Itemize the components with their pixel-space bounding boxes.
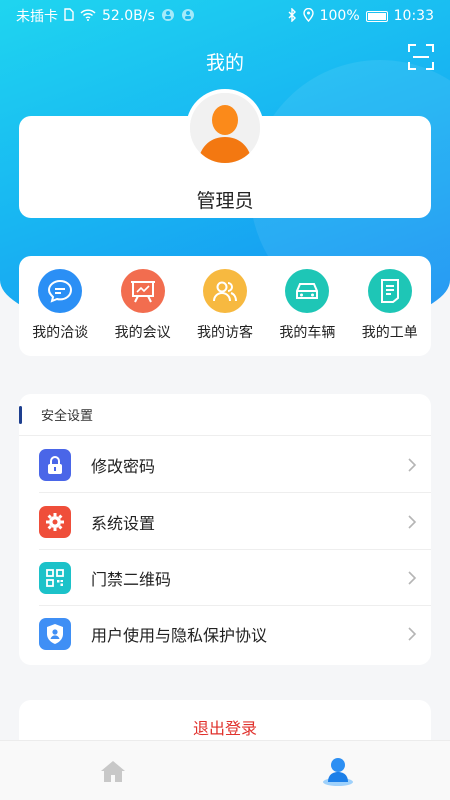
quick-action-label: 我的访客 [196,325,253,341]
notification-icon-2 [181,8,195,25]
setting-label: 用户使用与隐私保护协议 [91,626,268,645]
chevron-right-icon [408,571,417,585]
chevron-right-icon [408,457,417,472]
work-order-icon [367,269,412,313]
carrier-text: 未插卡 [16,9,58,25]
section-header: 安全设置 [19,394,431,436]
network-speed: 52.0B/s [102,8,155,24]
sim-icon [64,8,74,24]
setting-privacy-agreement[interactable]: 用户使用与隐私保护协议 [19,606,431,662]
battery-icon [365,10,388,22]
tab-profile[interactable] [308,746,368,796]
quick-action-visitors[interactable]: 我的访客 [185,269,265,342]
setting-change-password[interactable]: 修改密码 [19,436,431,493]
quick-action-label: 我的洽谈 [32,325,89,341]
profile-icon [322,757,353,786]
wifi-icon [80,8,96,24]
chat-icon [38,269,83,313]
quick-action-label: 我的工单 [361,325,418,341]
user-avatar-icon[interactable] [186,89,264,167]
car-icon [285,269,330,313]
quick-action-work-orders[interactable]: 我的工单 [350,269,430,342]
bluetooth-icon [287,6,297,25]
logout-label: 退出登录 [192,719,257,738]
gear-icon [39,505,71,538]
meeting-board-icon [120,269,165,313]
chevron-right-icon [408,514,417,529]
quick-action-label: 我的会议 [114,325,171,341]
qr-code-icon [39,562,71,594]
setting-system[interactable]: 系统设置 [19,493,431,550]
bottom-tab-bar [0,740,450,800]
setting-label: 门禁二维码 [91,570,172,589]
section-title: 安全设置 [41,409,94,424]
clock: 10:33 [393,8,434,24]
profile-name: 管理员 [196,190,254,212]
quick-action-vehicles[interactable]: 我的车辆 [267,269,347,342]
chevron-right-icon [408,627,417,641]
tab-home[interactable] [83,746,143,796]
section-accent-bar [19,406,22,424]
visitors-icon [202,269,247,313]
settings-card: 安全设置 修改密码 系统设置 门禁二维码 用户使用与隐私保护协议 [19,394,431,665]
setting-label: 修改密码 [91,456,156,476]
scan-icon[interactable] [408,44,434,70]
setting-access-qr[interactable]: 门禁二维码 [19,550,431,606]
quick-action-negotiation[interactable]: 我的洽谈 [20,269,100,342]
home-icon [100,760,125,782]
location-icon [302,7,314,25]
lock-icon [39,448,71,481]
shield-user-icon [39,618,71,650]
quick-action-meeting[interactable]: 我的会议 [103,269,183,342]
status-bar: 未插卡 52.0B/s 100% 10:33 [0,0,450,32]
quick-action-label: 我的车辆 [279,325,336,341]
setting-label: 系统设置 [91,513,156,533]
quick-actions: 我的洽谈 我的会议 我的访客 我的车辆 我的工单 [19,256,431,356]
page-title: 我的 [205,52,244,74]
notification-icon [161,8,175,25]
battery-percent: 100% [319,8,360,24]
